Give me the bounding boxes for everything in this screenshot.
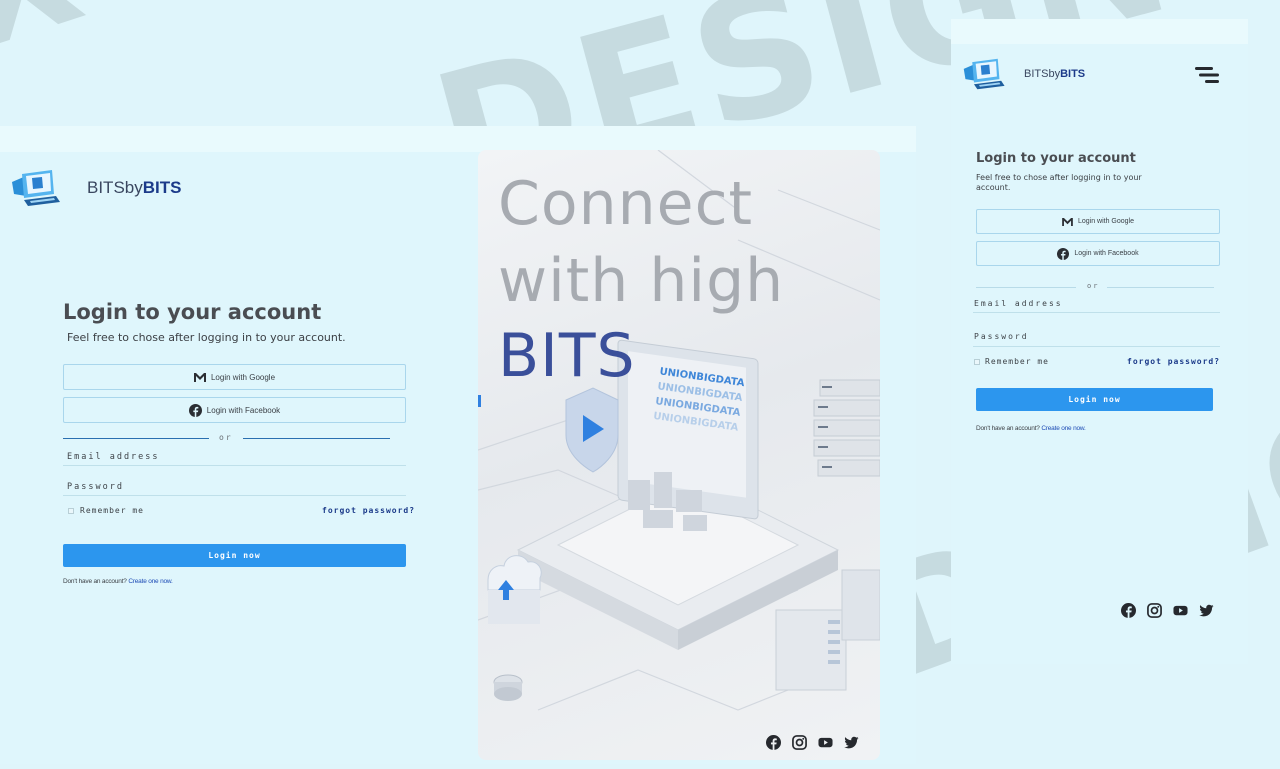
- forgot-password-link[interactable]: forgot password?: [1127, 357, 1220, 366]
- facebook-button-label: Login with Facebook: [1074, 250, 1139, 257]
- gmail-icon: [193, 372, 206, 382]
- password-field-label: Password: [67, 482, 124, 492]
- signup-prompt-text: Don't have an account?: [976, 425, 1040, 432]
- remember-me-label: Remember me: [985, 357, 1049, 366]
- signup-prompt: Don't have an account? Create one now.: [63, 578, 173, 585]
- signup-prompt: Don't have an account? Create one now.: [976, 425, 1086, 432]
- gmail-icon: [1062, 217, 1073, 226]
- google-button-label: Login with Google: [1077, 218, 1135, 225]
- brand-logo[interactable]: BITSbyBITS: [10, 168, 181, 208]
- facebook-icon[interactable]: [1121, 603, 1136, 618]
- hero-headline-line3: BITS: [498, 321, 636, 391]
- brand-name-bold: BITS: [1060, 68, 1086, 80]
- password-field-label: Password: [974, 332, 1029, 341]
- email-field-label: Email address: [974, 299, 1063, 308]
- or-separator: or: [1087, 282, 1100, 290]
- email-field[interactable]: [63, 465, 406, 466]
- hero-headline-line1: Connect: [498, 169, 754, 239]
- youtube-icon[interactable]: [1173, 603, 1188, 618]
- brand-logo[interactable]: BITSbyBITS: [962, 57, 1085, 91]
- desktop-login-frame: BITSbyBITS Login to your account Feel fr…: [0, 126, 916, 764]
- page-subtitle: Feel free to chose after logging in to y…: [976, 173, 1142, 192]
- create-account-link[interactable]: Create one now.: [128, 578, 173, 585]
- brand-name: BITSbyBITS: [1024, 68, 1085, 80]
- brand-name-light: BITSby: [87, 178, 143, 197]
- instagram-icon[interactable]: [1147, 603, 1162, 618]
- mobile-login-frame: BITSbyBITS Login to your account Feel fr…: [951, 19, 1248, 664]
- email-field[interactable]: [973, 312, 1220, 313]
- page-subtitle: Feel free to chose after logging in to y…: [67, 331, 346, 344]
- facebook-icon: [1057, 247, 1070, 260]
- top-strip: [951, 19, 1248, 44]
- password-field[interactable]: [973, 346, 1220, 347]
- remember-me-label: Remember me: [80, 506, 144, 515]
- forgot-password-link[interactable]: forgot password?: [322, 506, 415, 515]
- page-title: Login to your account: [976, 151, 1136, 166]
- password-field[interactable]: [63, 495, 406, 496]
- or-separator: or: [219, 433, 233, 442]
- page-title: Login to your account: [63, 300, 322, 324]
- brand-computer-icon: [962, 57, 1008, 91]
- twitter-icon[interactable]: [844, 735, 859, 750]
- divider-left: [63, 438, 209, 439]
- login-now-button[interactable]: Login now: [976, 388, 1213, 411]
- hero-social-links: [766, 735, 859, 750]
- login-with-google-button[interactable]: Login with Google: [976, 209, 1220, 234]
- divider-left: [976, 287, 1076, 288]
- facebook-button-label: Login with Facebook: [206, 405, 281, 415]
- brand-computer-icon: [10, 168, 64, 208]
- youtube-icon[interactable]: [818, 735, 833, 750]
- login-with-google-button[interactable]: Login with Google: [63, 364, 406, 390]
- hero-image-panel: Connect with high BITS UNIONBIGDATA UNIO…: [478, 150, 880, 760]
- brand-name-bold: BITS: [142, 178, 182, 197]
- divider-right: [243, 438, 390, 439]
- login-now-button[interactable]: Login now: [63, 544, 406, 567]
- create-account-link[interactable]: Create one now.: [1041, 425, 1086, 432]
- facebook-icon[interactable]: [766, 735, 781, 750]
- google-button-label: Login with Google: [210, 372, 276, 382]
- email-field-label: Email address: [67, 452, 160, 462]
- divider-right: [1107, 287, 1214, 288]
- brand-name: BITSbyBITS: [87, 178, 181, 198]
- mobile-social-links: [1121, 603, 1214, 618]
- hamburger-menu-icon[interactable]: [1195, 66, 1219, 84]
- hero-screen-text: UNIONBIGDATA UNIONBIGDATA UNIONBIGDATA U…: [652, 364, 746, 435]
- facebook-icon: [188, 403, 202, 417]
- top-strip: [0, 126, 916, 152]
- hero-illustration: [478, 150, 880, 711]
- signup-prompt-text: Don't have an account?: [63, 578, 127, 585]
- hero-headline-line2: with high: [498, 246, 785, 316]
- remember-me-checkbox[interactable]: [68, 508, 74, 514]
- twitter-icon[interactable]: [1199, 603, 1214, 618]
- login-with-facebook-button[interactable]: Login with Facebook: [976, 241, 1220, 266]
- instagram-icon[interactable]: [792, 735, 807, 750]
- brand-name-light: BITSby: [1024, 68, 1061, 80]
- remember-me-checkbox[interactable]: [974, 359, 980, 365]
- login-with-facebook-button[interactable]: Login with Facebook: [63, 397, 406, 423]
